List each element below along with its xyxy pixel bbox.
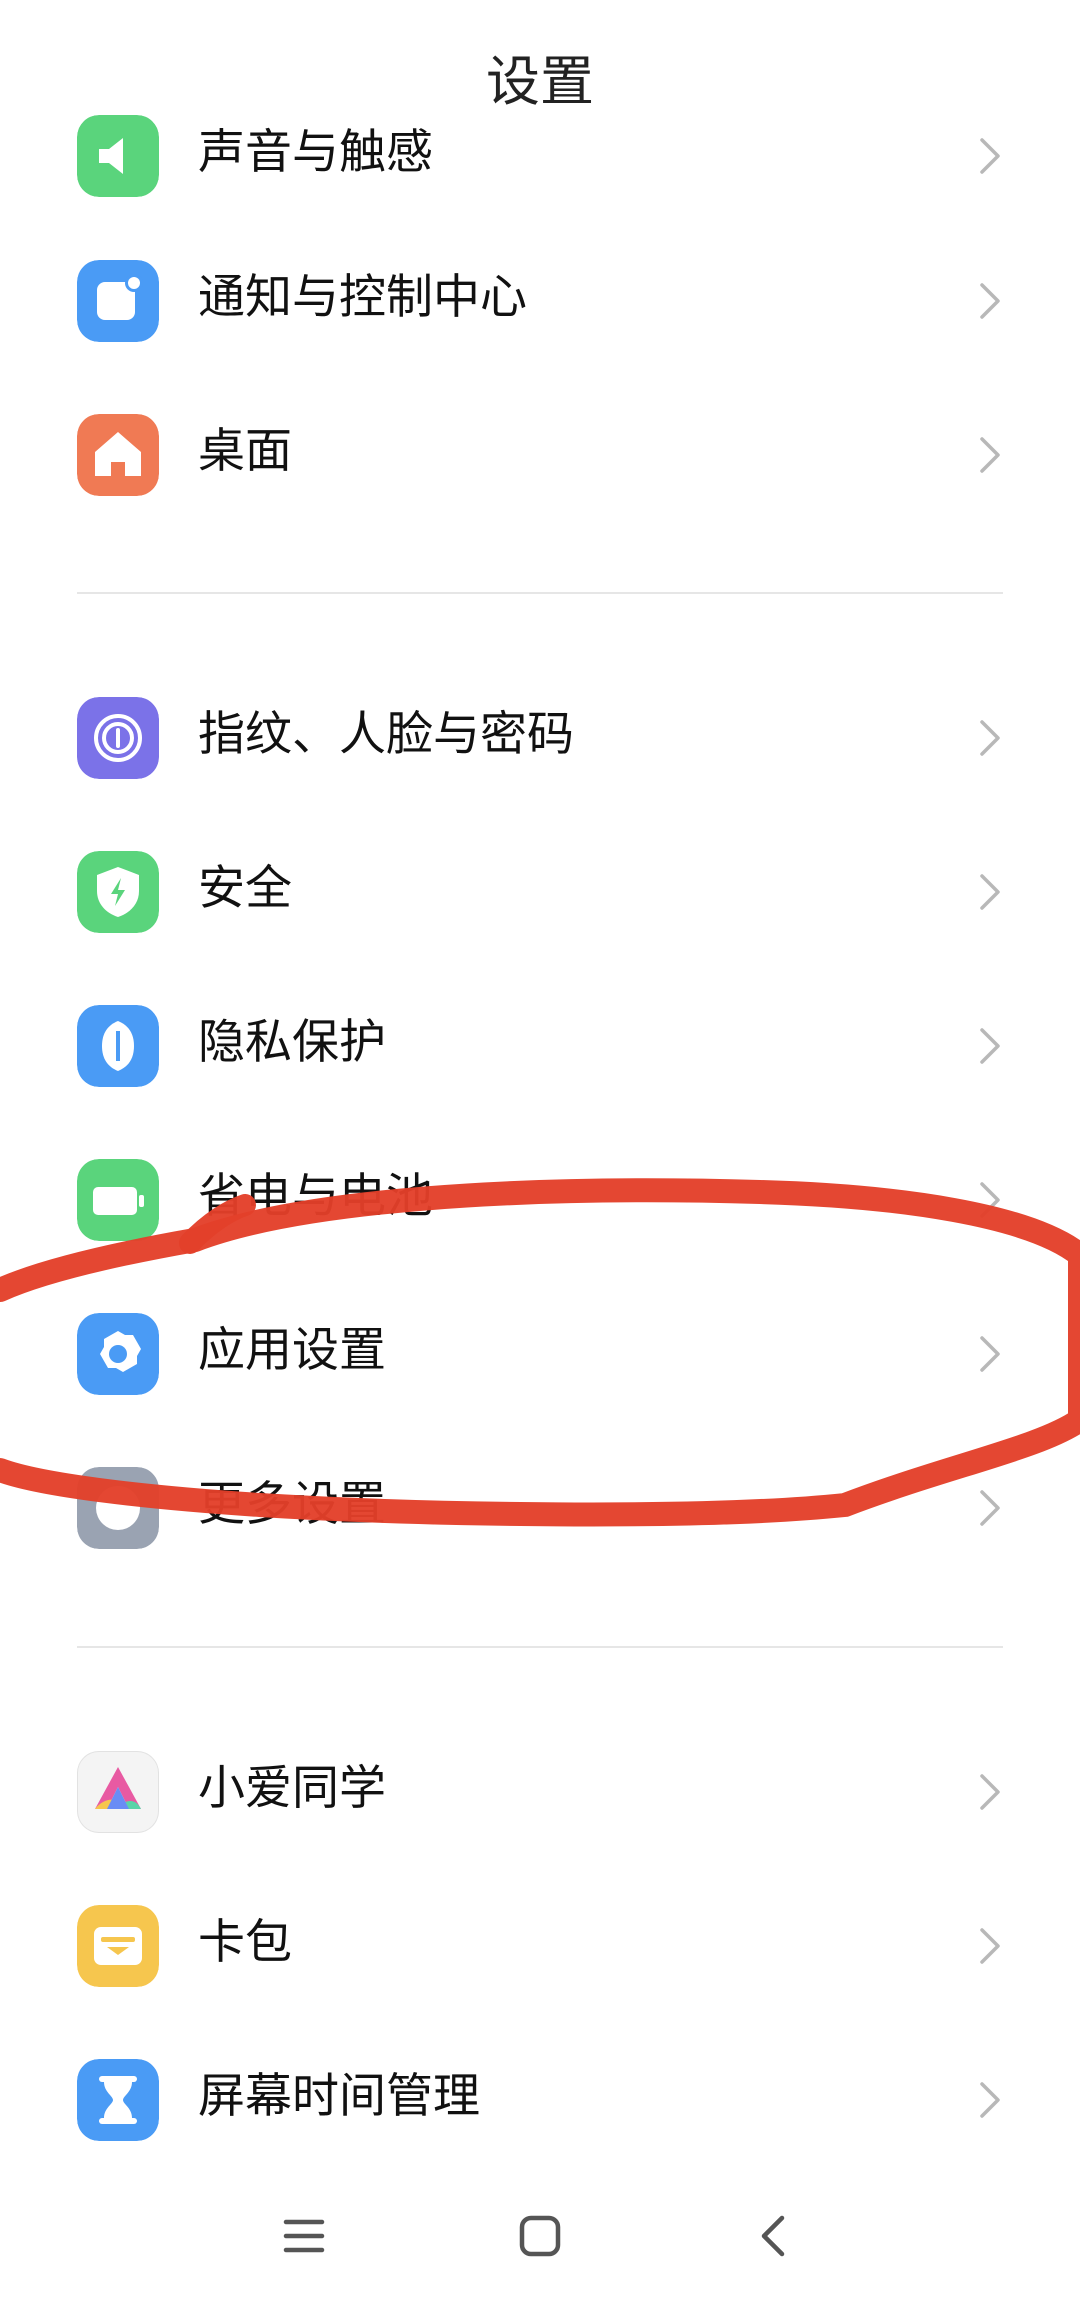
settings-item-notification[interactable]: 通知与控制中心 [0,223,1080,373]
section-divider [77,592,1003,594]
chevron-right-icon [978,1772,1004,1812]
hourglass-icon [77,2059,159,2141]
settings-item-label: 通知与控制中心 [198,270,527,325]
settings-item-label: 应用设置 [198,1323,386,1378]
wallet-icon [77,1905,159,1987]
settings-item-label: 隐私保护 [198,1015,386,1070]
settings-item-label: 卡包 [198,1915,292,1970]
settings-item-sound[interactable]: 声音与触感 [0,78,1080,228]
gear-icon [77,1313,159,1395]
chevron-right-icon [978,1488,1004,1528]
home-icon [77,414,159,496]
settings-item-desktop[interactable]: 桌面 [0,377,1080,527]
fingerprint-icon [77,697,159,779]
settings-item-wallet[interactable]: 卡包 [0,1868,1080,2018]
chevron-right-icon [978,872,1004,912]
settings-item-screen-time[interactable]: 屏幕时间管理 [0,2022,1080,2172]
chevron-right-icon [978,2080,1004,2120]
settings-item-xiaoai[interactable]: 小爱同学 [0,1714,1080,1864]
settings-item-app-settings[interactable]: 应用设置 [0,1276,1080,1426]
settings-item-label: 更多设置 [198,1477,386,1532]
home-square-icon[interactable] [500,2196,580,2276]
back-icon[interactable] [734,2196,814,2276]
notification-icon [77,260,159,342]
chevron-right-icon [978,136,1004,176]
settings-item-battery[interactable]: 省电与电池 [0,1122,1080,1272]
chevron-right-icon [978,1926,1004,1966]
settings-item-label: 桌面 [198,424,292,479]
settings-item-label: 省电与电池 [198,1169,433,1224]
chevron-right-icon [978,435,1004,475]
settings-item-security[interactable]: 安全 [0,814,1080,964]
settings-item-label: 安全 [198,861,292,916]
settings-item-privacy[interactable]: 隐私保护 [0,968,1080,1118]
chevron-right-icon [978,1180,1004,1220]
settings-item-fingerprint[interactable]: 指纹、人脸与密码 [0,660,1080,810]
battery-icon [77,1159,159,1241]
sound-icon [77,115,159,197]
chevron-right-icon [978,1026,1004,1066]
more-settings-icon [77,1467,159,1549]
shield-icon [77,851,159,933]
menu-icon[interactable] [264,2196,344,2276]
privacy-icon [77,1005,159,1087]
chevron-right-icon [978,1334,1004,1374]
chevron-right-icon [978,718,1004,758]
settings-item-more-settings[interactable]: 更多设置 [0,1430,1080,1580]
settings-item-label: 小爱同学 [198,1761,386,1816]
section-divider [77,1646,1003,1648]
settings-item-label: 声音与触感 [198,125,433,180]
settings-item-label: 指纹、人脸与密码 [198,707,574,762]
chevron-right-icon [978,281,1004,321]
settings-item-label: 屏幕时间管理 [198,2069,480,2124]
xiaoai-icon [77,1751,159,1833]
system-navigation-bar [0,2178,1080,2288]
